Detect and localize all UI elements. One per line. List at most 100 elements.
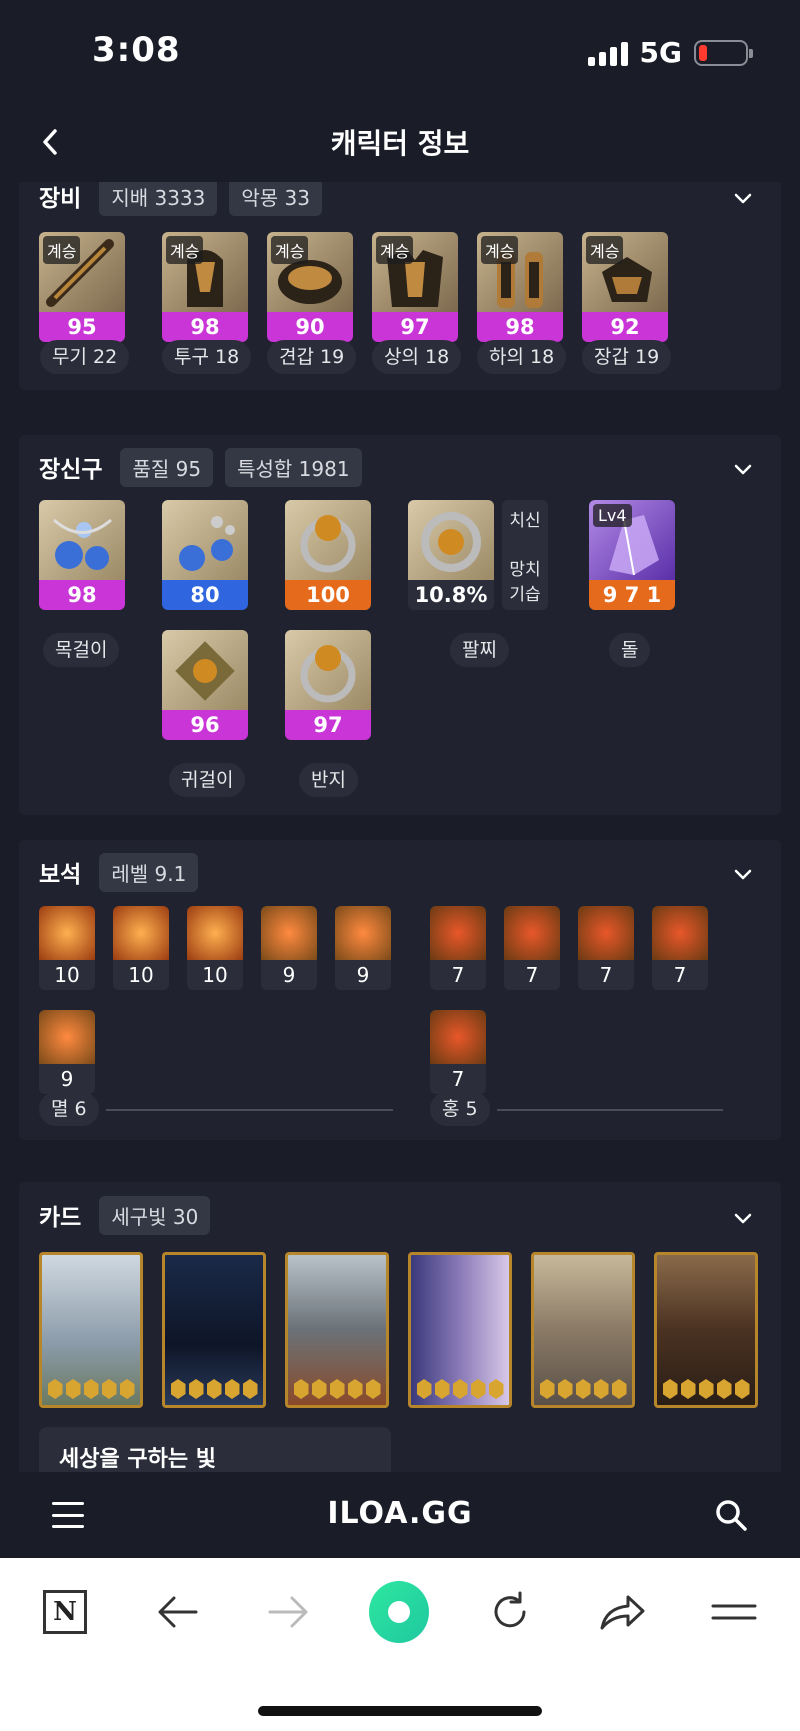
- section-title: 카드: [39, 1205, 82, 1231]
- gem-cooldown[interactable]: 7: [578, 906, 634, 990]
- gem-level: 7: [578, 960, 634, 990]
- shoulder-icon: 계승: [267, 232, 353, 312]
- chevron-down-icon: [734, 193, 752, 204]
- gem-cooldown[interactable]: 7: [504, 906, 560, 990]
- card-5[interactable]: [531, 1252, 635, 1408]
- card-awaken-stars: [534, 1379, 632, 1399]
- divider: [106, 1109, 393, 1111]
- main-content[interactable]: 장비 지배 3333 악몽 33 계승 95 계승 98 계승 90 계승 97…: [0, 182, 800, 1472]
- expand-accessories-button[interactable]: [731, 457, 755, 481]
- chevron-down-icon: [734, 869, 752, 880]
- share-arrow-icon: [600, 1595, 645, 1630]
- chip-card-set: 세구빛 30: [99, 1195, 211, 1235]
- equipment-header: 장비 지배 3333 악몽 33: [39, 182, 322, 218]
- gem-destruction[interactable]: 10: [39, 906, 95, 990]
- n-icon: N: [43, 1590, 87, 1634]
- quality-value: 98: [477, 312, 563, 342]
- arrow-left-icon: [158, 1596, 198, 1628]
- card-awaken-stars: [657, 1379, 755, 1399]
- gem-destruction[interactable]: 10: [187, 906, 243, 990]
- acc-bracelet[interactable]: 10.8%: [408, 500, 494, 610]
- gem-destruction[interactable]: 10: [113, 906, 169, 990]
- card-set-effect[interactable]: 세상을 구하는 빛: [39, 1427, 391, 1472]
- pants-icon: 계승: [477, 232, 563, 312]
- ring-icon: [285, 630, 371, 710]
- gem-level: 9: [335, 960, 391, 990]
- acc-ring-1[interactable]: 100: [285, 500, 371, 610]
- gem-icon: [187, 906, 243, 960]
- chip-dominion: 지배 3333: [99, 182, 218, 216]
- bracelet-stat-1: 치신: [509, 511, 541, 531]
- gem-cooldown[interactable]: 7: [430, 906, 486, 990]
- equip-gloves[interactable]: 계승 92: [582, 232, 668, 342]
- expand-cards-button[interactable]: [731, 1206, 755, 1230]
- acc-necklace[interactable]: 98: [39, 500, 125, 610]
- expand-gems-button[interactable]: [731, 862, 755, 886]
- green-dot-button[interactable]: [369, 1581, 429, 1643]
- inherit-badge: 계승: [166, 236, 204, 264]
- card-2[interactable]: [162, 1252, 266, 1408]
- quality-value: 80: [162, 580, 248, 610]
- gem-destruction[interactable]: 9: [261, 906, 317, 990]
- expand-equipment-button[interactable]: [731, 186, 755, 210]
- acc-stone[interactable]: Lv4 9 7 1: [589, 500, 675, 610]
- bottom-app-bar: ILOA.GG: [0, 1472, 800, 1558]
- gem-level: 9: [39, 1064, 95, 1094]
- card-awaken-stars: [165, 1379, 263, 1399]
- card-3[interactable]: [285, 1252, 389, 1408]
- acc-earring-1[interactable]: 80: [162, 500, 248, 610]
- gems-header: 보석 레벨 9.1: [39, 850, 199, 894]
- chip-gem-level: 레벨 9.1: [99, 852, 199, 892]
- quality-value: 97: [372, 312, 458, 342]
- acc-label-stone: 돌: [609, 633, 651, 667]
- gem-level: 10: [187, 960, 243, 990]
- stone-level: Lv4: [593, 504, 632, 527]
- section-title: 장신구: [39, 457, 103, 483]
- chip-quality: 품질 95: [120, 447, 214, 487]
- forward-nav-button[interactable]: [258, 1582, 318, 1642]
- equip-shoulder[interactable]: 계승 90: [267, 232, 353, 342]
- acc-earring-2[interactable]: 96: [162, 630, 248, 740]
- naver-home-button[interactable]: N: [35, 1582, 95, 1642]
- share-button[interactable]: [592, 1582, 652, 1642]
- browser-menu-button[interactable]: [704, 1582, 764, 1642]
- status-indicators: 5G: [587, 36, 753, 69]
- quality-value: 97: [285, 710, 371, 740]
- card-6[interactable]: [654, 1252, 758, 1408]
- home-indicator: [258, 1706, 542, 1716]
- bracelet-stat-2: 망치: [509, 560, 541, 580]
- gem-destruction[interactable]: 9: [335, 906, 391, 990]
- gem-icon: [335, 906, 391, 960]
- gem-label-destruction: 멸 6: [39, 1092, 99, 1126]
- acc-label-ring: 반지: [299, 763, 358, 797]
- gloves-icon: 계승: [582, 232, 668, 312]
- cards-section: 카드 세구빛 30 세상을 구하는 빛: [19, 1182, 781, 1472]
- back-nav-button[interactable]: [148, 1582, 208, 1642]
- equip-pants[interactable]: 계승 98: [477, 232, 563, 342]
- reload-button[interactable]: [480, 1582, 540, 1642]
- card-4[interactable]: [408, 1252, 512, 1408]
- bracelet-value: 10.8%: [408, 580, 494, 610]
- gem-label-cooldown: 홍 5: [430, 1092, 490, 1126]
- card-1[interactable]: [39, 1252, 143, 1408]
- equip-weapon[interactable]: 계승 95: [39, 232, 125, 342]
- quality-value: 95: [39, 312, 125, 342]
- equip-chest[interactable]: 계승 97: [372, 232, 458, 342]
- chip-nightmare: 악몽 33: [229, 182, 322, 216]
- gem-cooldown[interactable]: 7: [652, 906, 708, 990]
- stone-icon: Lv4: [589, 500, 675, 580]
- browser-toolbar: N: [0, 1558, 800, 1731]
- accessories-header: 장신구 품질 95 특성합 1981: [39, 445, 362, 489]
- search-icon[interactable]: [714, 1498, 748, 1532]
- chevron-down-icon: [734, 464, 752, 475]
- equip-helmet[interactable]: 계승 98: [162, 232, 248, 342]
- gem-cooldown[interactable]: 7: [430, 1010, 486, 1094]
- gems-section: 보석 레벨 9.1 10 10 10 9 9 9 7 7 7 7 7 멸 6 홍…: [19, 840, 781, 1140]
- section-title: 장비: [39, 186, 82, 212]
- bracelet-icon: [408, 500, 494, 580]
- equip-label-shoulder: 견갑 19: [267, 340, 357, 374]
- gem-destruction[interactable]: 9: [39, 1010, 95, 1094]
- equip-label-pants: 하의 18: [477, 340, 567, 374]
- site-logo[interactable]: ILOA.GG: [0, 1496, 800, 1531]
- acc-ring-2[interactable]: 97: [285, 630, 371, 740]
